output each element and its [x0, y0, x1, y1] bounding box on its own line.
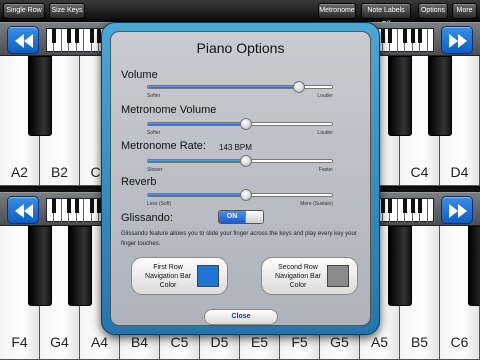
mini-black-key — [403, 199, 408, 213]
mini-black-key — [380, 199, 385, 213]
mini-black-key — [418, 29, 423, 43]
single-row-button[interactable]: Single Row — [3, 3, 45, 19]
slider-fill — [148, 86, 299, 88]
second-row-color-label: Second Row Navigation Bar Color — [275, 264, 321, 289]
options-button[interactable]: Options — [418, 3, 448, 19]
metronome-rate-value: 143 BPM — [219, 143, 252, 152]
top-toolbar: Single Row Size Keys Metronome Note Labe… — [0, 0, 480, 28]
mini-black-key — [410, 29, 415, 43]
volume-max-label: Louder — [317, 93, 333, 99]
first-row-color-button[interactable]: First Row Navigation Bar Color — [131, 257, 228, 295]
size-keys-button[interactable]: Size Keys — [49, 3, 85, 19]
mini-black-key — [89, 199, 94, 213]
volume-slider[interactable] — [147, 81, 333, 93]
black-key[interactable] — [28, 56, 52, 136]
glissando-description: Glissando feature allows you to slide yo… — [121, 231, 357, 247]
options-dialog: Piano Options Volume Softer Louder Metro… — [110, 31, 371, 326]
metronome-volume-slider[interactable] — [147, 118, 333, 130]
mini-black-key — [418, 199, 423, 213]
fast-forward-icon — [449, 204, 467, 218]
scroll-left-button-bottom[interactable] — [7, 196, 39, 224]
mini-black-key — [52, 199, 57, 213]
key-label: A4 — [90, 334, 109, 350]
key-label: B5 — [410, 334, 429, 350]
key-label: G5 — [330, 334, 349, 350]
reverb-max-label: More (Sustain) — [300, 201, 333, 207]
close-button[interactable]: Close — [204, 309, 278, 325]
metronome-volume-label: Metronome Volume — [121, 104, 217, 116]
key-label: B2 — [50, 164, 69, 180]
scroll-right-button-bottom[interactable] — [441, 196, 473, 224]
key-label: B4 — [130, 334, 149, 350]
black-key[interactable] — [468, 226, 480, 306]
key-label: A2 — [10, 164, 29, 180]
options-dialog-frame: Piano Options Volume Softer Louder Metro… — [101, 22, 380, 335]
glissando-toggle-state: ON — [219, 211, 245, 223]
mini-black-key — [403, 29, 408, 43]
slider-thumb[interactable] — [239, 189, 252, 201]
slider-fill — [148, 194, 246, 196]
scroll-left-button-top[interactable] — [7, 26, 39, 54]
first-row-color-label: First Row Navigation Bar Color — [145, 264, 191, 289]
mini-black-key — [67, 199, 72, 213]
mini-white-key — [428, 29, 435, 53]
metronome-rate-slider[interactable] — [147, 155, 333, 167]
more-button[interactable]: More — [452, 3, 477, 19]
metronome-rate-min-label: Slower — [147, 167, 163, 173]
mini-black-key — [388, 29, 393, 43]
black-key[interactable] — [428, 56, 452, 136]
key-label: A5 — [370, 334, 389, 350]
key-label: G4 — [50, 334, 69, 350]
metronome-rate-max-label: Faster — [318, 167, 333, 173]
slider-fill — [148, 160, 246, 162]
metronome-rate-label: Metronome Rate: — [121, 140, 206, 152]
slider-thumb[interactable] — [239, 155, 252, 167]
mini-black-key — [74, 29, 79, 43]
black-key[interactable] — [28, 226, 52, 306]
key-label: D4 — [450, 164, 469, 180]
mini-black-key — [89, 29, 94, 43]
note-labels-button[interactable]: Note Labels Off — [361, 3, 411, 28]
slider-thumb[interactable] — [239, 118, 252, 130]
first-row-color-swatch — [197, 265, 219, 287]
key-label: E5 — [250, 334, 269, 350]
metronome-volume-max-label: Louder — [317, 130, 333, 136]
metronome-button[interactable]: Metronome — [318, 3, 356, 19]
key-label: D5 — [210, 334, 229, 350]
key-label: C4 — [410, 164, 429, 180]
black-key[interactable] — [388, 226, 412, 306]
toggle-knob — [245, 211, 263, 223]
second-row-color-button[interactable]: Second Row Navigation Bar Color — [261, 257, 358, 295]
mini-black-key — [52, 29, 57, 43]
glissando-label: Glissando: — [121, 212, 173, 224]
mini-black-key — [67, 29, 72, 43]
dialog-title: Piano Options — [196, 40, 285, 56]
key-label: F5 — [291, 334, 308, 350]
volume-min-label: Softer — [147, 93, 161, 99]
black-key[interactable] — [68, 226, 92, 306]
mini-black-key — [74, 199, 79, 213]
second-row-color-swatch — [327, 265, 349, 287]
slider-fill — [148, 123, 246, 125]
rewind-icon — [15, 34, 33, 48]
scroll-right-button-top[interactable] — [441, 26, 473, 54]
rewind-icon — [15, 204, 33, 218]
key-label: C6 — [450, 334, 469, 350]
glissando-toggle[interactable]: ON — [218, 210, 264, 224]
fast-forward-icon — [449, 34, 467, 48]
mini-black-key — [388, 199, 393, 213]
key-label: C5 — [170, 334, 189, 350]
metronome-volume-min-label: Softer — [147, 130, 161, 136]
slider-thumb[interactable] — [292, 81, 305, 93]
key-label: F4 — [11, 334, 28, 350]
black-key[interactable] — [388, 56, 412, 136]
reverb-label: Reverb — [121, 176, 157, 188]
volume-label: Volume — [121, 69, 158, 81]
mini-black-key — [380, 29, 385, 43]
mini-black-key — [410, 199, 415, 213]
mini-white-key — [428, 199, 435, 223]
reverb-slider[interactable] — [147, 189, 333, 201]
reverb-min-label: Less (Soft) — [147, 201, 172, 207]
